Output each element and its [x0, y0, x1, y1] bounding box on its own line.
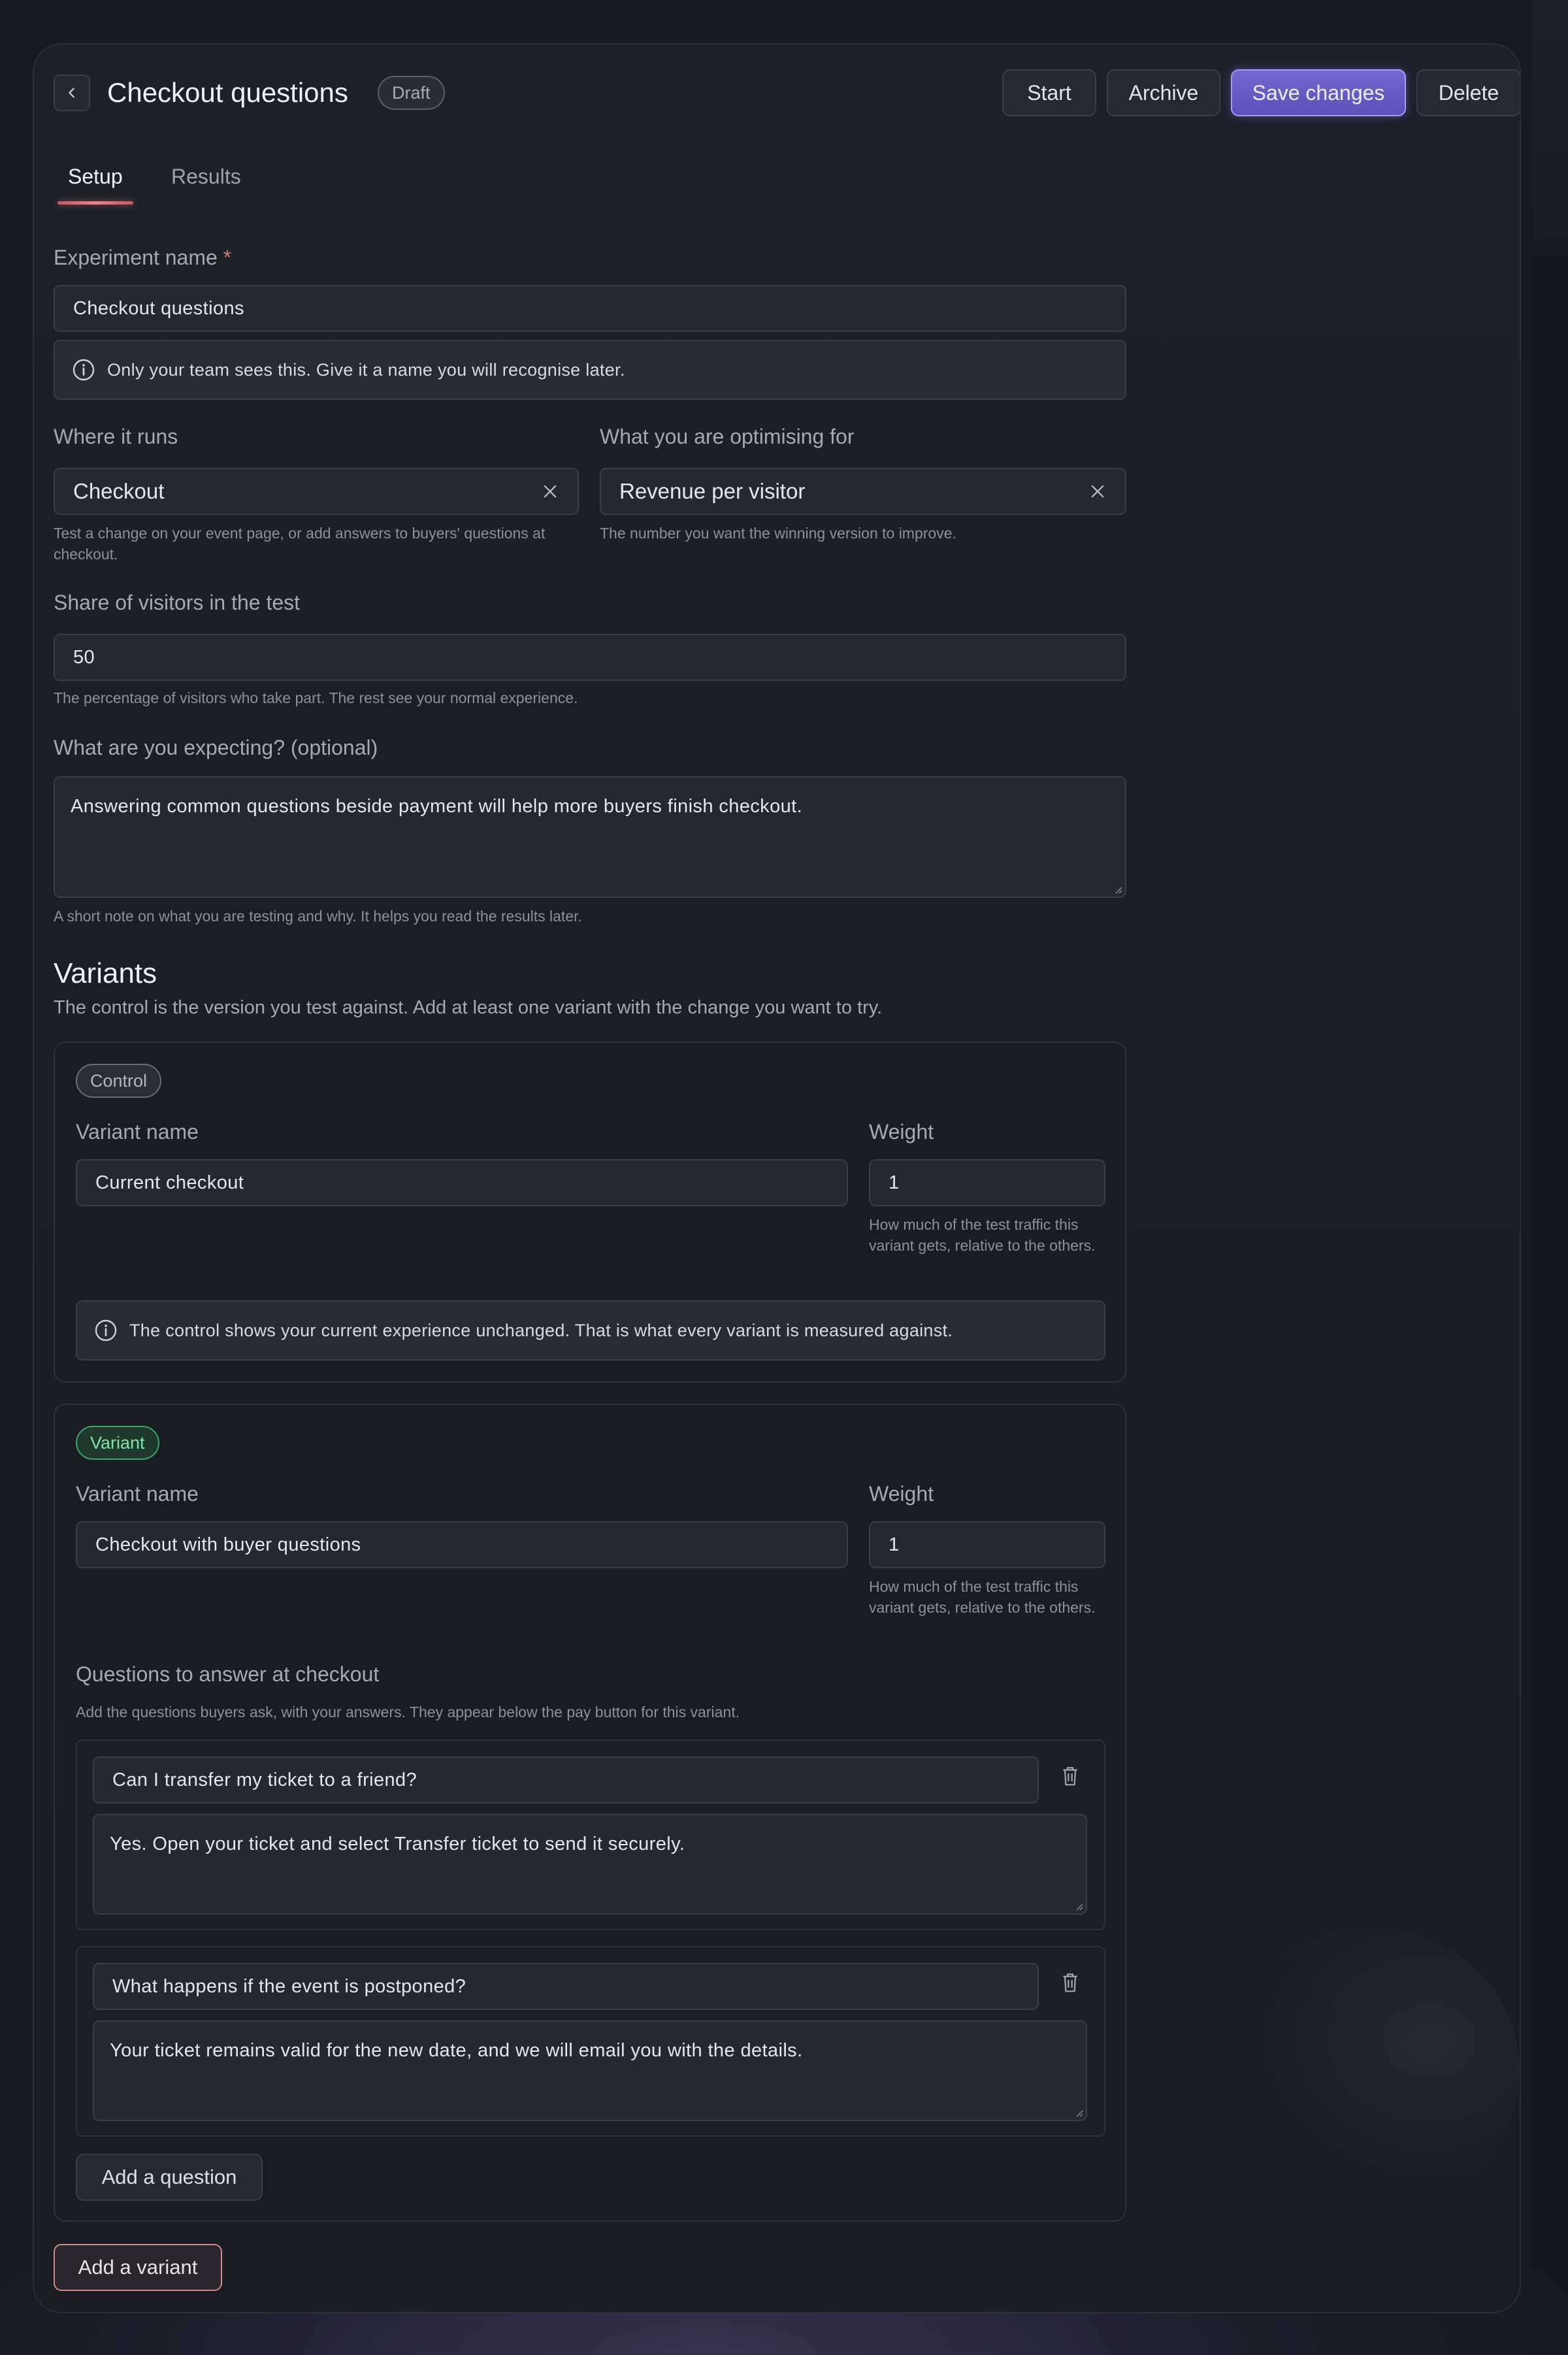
weight-label: Weight: [869, 1482, 934, 1506]
control-card: Control Variant name Current checkout We…: [54, 1042, 1126, 1383]
expectation-textarea[interactable]: Answering common questions beside paymen…: [54, 776, 1126, 898]
question-item: What happens if the event is postponed? …: [76, 1946, 1105, 2137]
resize-handle-icon[interactable]: [1074, 2108, 1083, 2117]
answer-value: Yes. Open your ticket and select Transfe…: [110, 1834, 685, 1854]
resize-handle-icon[interactable]: [1074, 1902, 1083, 1911]
where-it-runs-label: Where it runs: [54, 425, 178, 448]
page-edge: [1532, 0, 1568, 2355]
variants-title: Variants: [54, 957, 157, 989]
where-it-runs-select[interactable]: Checkout: [54, 468, 579, 515]
experiment-name-input[interactable]: Checkout questions: [54, 285, 1126, 332]
variant-name-input[interactable]: Checkout with buyer questions: [76, 1521, 848, 1568]
control-weight-help: How much of the test traffic this varian…: [869, 1216, 1096, 1254]
chevron-left-icon: [69, 88, 74, 98]
answer-textarea[interactable]: Yes. Open your ticket and select Transfe…: [93, 1814, 1087, 1915]
tab-setup[interactable]: Setup: [68, 163, 123, 189]
control-badge: Control: [76, 1064, 162, 1098]
archive-button[interactable]: Archive: [1107, 69, 1220, 116]
weight-label: Weight: [869, 1120, 934, 1144]
question-input[interactable]: What happens if the event is postponed?: [93, 1963, 1039, 2010]
variant-name-label: Variant name: [76, 1120, 199, 1144]
optimising-for-help: The number you want the winning version …: [600, 525, 956, 542]
info-icon: [95, 1319, 117, 1342]
variant-name-label: Variant name: [76, 1482, 199, 1506]
save-changes-button[interactable]: Save changes: [1231, 69, 1406, 116]
trash-icon[interactable]: [1060, 1764, 1081, 1788]
share-help: The percentage of visitors who take part…: [54, 689, 578, 706]
variant-badge: Variant: [76, 1426, 159, 1460]
required-mark: *: [223, 246, 232, 269]
optimising-for-label: What you are optimising for: [600, 425, 855, 448]
clear-icon[interactable]: [1088, 482, 1107, 501]
answer-textarea[interactable]: Your ticket remains valid for the new da…: [93, 2020, 1087, 2121]
expectation-label: What are you expecting? (optional): [54, 736, 378, 759]
experiment-panel: Checkout questions Draft Start Archive S…: [33, 43, 1521, 2313]
experiment-name-info: Only your team sees this. Give it a name…: [54, 340, 1126, 400]
control-weight-input[interactable]: 1: [869, 1159, 1105, 1206]
decorative-blob: [1219, 1926, 1520, 2214]
experiment-name-label: Experiment name *: [54, 244, 231, 271]
add-question-button[interactable]: Add a question: [76, 2154, 263, 2201]
page-title: Checkout questions: [107, 77, 348, 108]
experiment-name-label-text: Experiment name: [54, 246, 218, 269]
variant-card: Variant Variant name Checkout with buyer…: [54, 1404, 1126, 2222]
trash-icon[interactable]: [1060, 1971, 1081, 1994]
experiment-name-info-text: Only your team sees this. Give it a name…: [107, 359, 625, 380]
where-it-runs-value: Checkout: [73, 479, 165, 503]
active-tab-indicator: [57, 201, 133, 205]
optimising-for-select[interactable]: Revenue per visitor: [600, 468, 1126, 515]
questions-label: Questions to answer at checkout: [76, 1662, 380, 1686]
question-input[interactable]: Can I transfer my ticket to a friend?: [93, 1756, 1039, 1803]
control-info-text: The control shows your current experienc…: [129, 1320, 953, 1340]
clear-icon[interactable]: [541, 482, 559, 501]
variants-subtitle: The control is the version you test agai…: [54, 997, 883, 1018]
expectation-help: A short note on what you are testing and…: [54, 908, 582, 925]
control-info: The control shows your current experienc…: [76, 1300, 1105, 1360]
tab-results[interactable]: Results: [171, 163, 241, 189]
start-button[interactable]: Start: [1002, 69, 1096, 116]
back-button[interactable]: [54, 74, 90, 111]
share-label: Share of visitors in the test: [54, 591, 301, 614]
control-name-input[interactable]: Current checkout: [76, 1159, 848, 1206]
variant-weight-help: How much of the test traffic this varian…: [869, 1578, 1096, 1616]
header: Checkout questions Draft Start Archive S…: [54, 69, 1520, 116]
info-icon: [73, 359, 95, 381]
expectation-value: Answering common questions beside paymen…: [71, 796, 803, 817]
share-input[interactable]: 50: [54, 634, 1126, 681]
variant-weight-input[interactable]: 1: [869, 1521, 1105, 1568]
status-badge: Draft: [378, 76, 445, 110]
question-item: Can I transfer my ticket to a friend? Ye…: [76, 1739, 1105, 1930]
delete-button[interactable]: Delete: [1416, 69, 1520, 116]
add-variant-button[interactable]: Add a variant: [54, 2244, 222, 2291]
where-it-runs-help: Test a change on your event page, or add…: [54, 525, 546, 563]
questions-help: Add the questions buyers ask, with your …: [76, 1704, 740, 1721]
answer-value: Your ticket remains valid for the new da…: [110, 2040, 803, 2061]
optimising-for-value: Revenue per visitor: [619, 479, 806, 503]
resize-handle-icon[interactable]: [1113, 885, 1122, 894]
